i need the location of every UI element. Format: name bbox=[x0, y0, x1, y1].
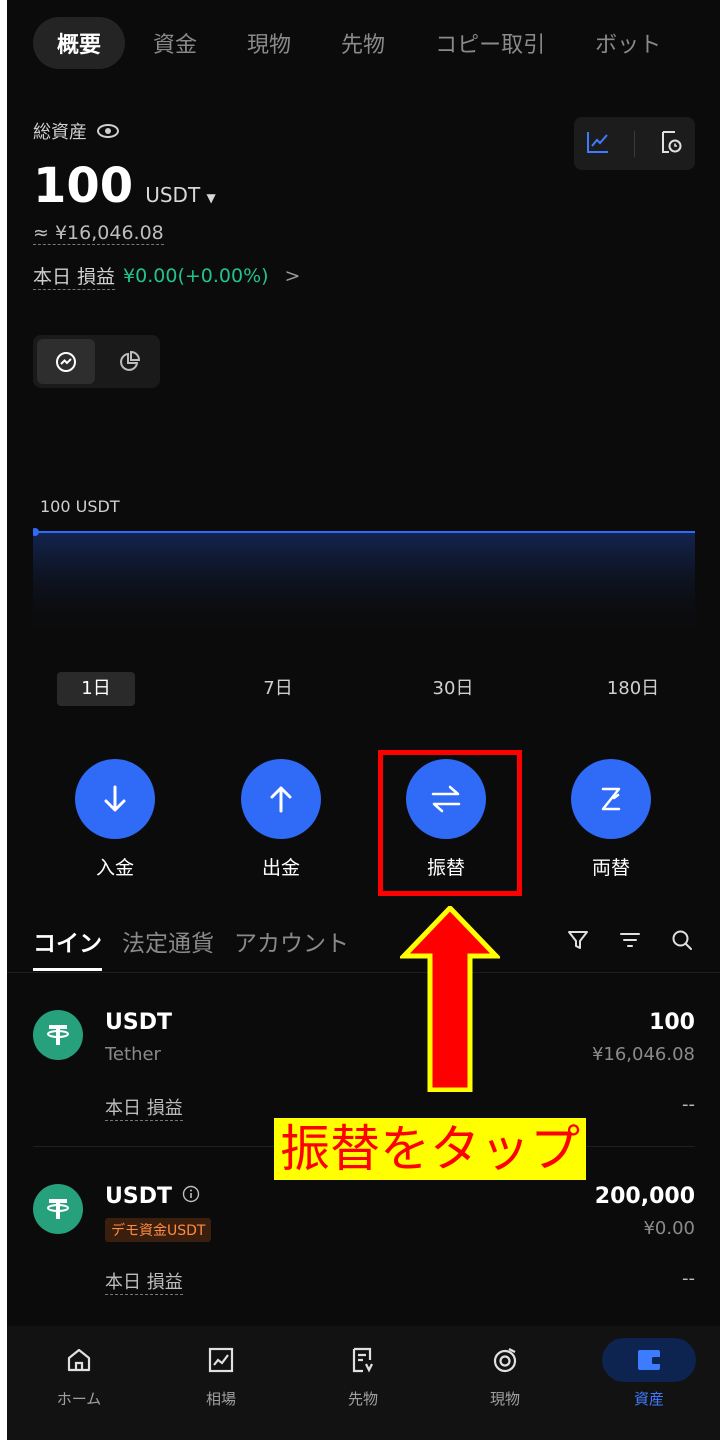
balance-chart bbox=[33, 528, 695, 640]
nav-markets-label: 相場 bbox=[205, 1390, 236, 1408]
app-screen: 概要 資金 現物 先物 コピー取引 ボット 総資産 100 USDT ▼ ≈ ¥… bbox=[0, 0, 720, 1440]
pie-chart-icon bbox=[120, 350, 141, 371]
wallet-icon bbox=[602, 1338, 696, 1382]
nav-spot[interactable]: 現物 bbox=[455, 1338, 555, 1409]
caret-down-icon: ▼ bbox=[206, 191, 216, 205]
coin-jpy-value: ¥0.00 bbox=[643, 1218, 695, 1239]
pnl-value: ¥0.00(+0.00%) bbox=[123, 265, 269, 287]
balance-unit-label: USDT bbox=[145, 183, 201, 207]
currency-selector[interactable]: USDT ▼ bbox=[145, 183, 216, 207]
coin-symbol: USDT bbox=[105, 1184, 172, 1209]
nav-futures[interactable]: 先物 bbox=[313, 1338, 413, 1409]
tab-copy-trading[interactable]: コピー取引 bbox=[435, 27, 545, 59]
annotation-arrow bbox=[400, 906, 500, 1092]
tab-coins[interactable]: コイン bbox=[33, 924, 102, 971]
coin-jpy-value: ¥16,046.08 bbox=[591, 1044, 695, 1065]
pnl-label: 本日 損益 bbox=[33, 262, 116, 290]
filter-icon[interactable] bbox=[566, 928, 590, 956]
coin-pnl-label: 本日 損益 bbox=[105, 1268, 183, 1295]
list-tools bbox=[566, 928, 694, 956]
line-chart-view-button[interactable] bbox=[37, 339, 95, 384]
tab-spot[interactable]: 現物 bbox=[247, 27, 291, 59]
arrow-down-icon bbox=[75, 759, 155, 839]
balance: 100 USDT ▼ bbox=[33, 158, 216, 214]
bottom-nav: ホーム 相場 先物 現物 資産 bbox=[7, 1326, 720, 1440]
list-divider bbox=[7, 972, 720, 973]
demo-badge: デモ資金USDT bbox=[105, 1218, 212, 1242]
info-icon[interactable] bbox=[182, 1184, 200, 1209]
tab-overview[interactable]: 概要 bbox=[33, 17, 126, 69]
coin-pnl-value: -- bbox=[682, 1268, 695, 1289]
coin-name: Tether bbox=[105, 1044, 161, 1065]
tab-accounts[interactable]: アカウント bbox=[234, 924, 349, 971]
screen-edge bbox=[0, 0, 7, 1440]
top-tools bbox=[574, 117, 695, 170]
nav-assets-icon-wrap bbox=[599, 1338, 699, 1382]
withdraw-label: 出金 bbox=[261, 857, 300, 879]
coin-symbol: USDT bbox=[105, 1010, 172, 1035]
arrow-up-icon bbox=[241, 759, 321, 839]
approx-jpy: ≈ ¥16,046.08 bbox=[33, 222, 164, 245]
history-icon[interactable] bbox=[658, 129, 684, 159]
tether-icon bbox=[33, 1184, 83, 1234]
eye-icon[interactable] bbox=[97, 124, 119, 138]
convert-icon bbox=[571, 759, 651, 839]
tab-bots[interactable]: ボット bbox=[595, 27, 661, 59]
coin-symbol-group: USDT bbox=[105, 1184, 200, 1209]
range-7d[interactable]: 7日 bbox=[243, 672, 313, 706]
line-chart-icon bbox=[56, 351, 76, 372]
deposit-label: 入金 bbox=[95, 857, 134, 879]
nav-futures-label: 先物 bbox=[347, 1390, 378, 1408]
annotation-highlight-box bbox=[378, 750, 522, 896]
tether-icon bbox=[33, 1010, 83, 1060]
total-assets-header: 総資産 bbox=[33, 118, 119, 144]
total-assets-label: 総資産 bbox=[33, 122, 87, 143]
withdraw-button[interactable]: 出金 bbox=[241, 759, 321, 880]
nav-spot-label: 現物 bbox=[489, 1390, 520, 1408]
range-30d[interactable]: 30日 bbox=[418, 672, 488, 706]
home-icon bbox=[29, 1338, 129, 1382]
coin-amount: 100 bbox=[649, 1010, 695, 1035]
nav-assets[interactable]: 資産 bbox=[599, 1338, 699, 1409]
tab-futures[interactable]: 先物 bbox=[341, 27, 385, 59]
coin-row-usdt-demo[interactable]: USDT デモ資金USDT 200,000 ¥0.00 本日 損益 -- bbox=[33, 1184, 695, 1295]
asset-list-tabs: コイン 法定通貨 アカウント bbox=[33, 924, 349, 971]
markets-icon bbox=[171, 1338, 271, 1382]
deposit-button[interactable]: 入金 bbox=[75, 759, 155, 880]
coin-amount: 200,000 bbox=[594, 1184, 695, 1209]
pie-chart-view-button[interactable] bbox=[103, 339, 155, 384]
chevron-right-icon: > bbox=[284, 265, 301, 287]
convert-label: 両替 bbox=[591, 857, 630, 879]
chart-trend-icon[interactable] bbox=[585, 129, 611, 159]
top-tabs: 概要 資金 現物 先物 コピー取引 ボット bbox=[33, 17, 720, 69]
futures-icon bbox=[313, 1338, 413, 1382]
nav-home[interactable]: ホーム bbox=[29, 1338, 129, 1409]
nav-markets[interactable]: 相場 bbox=[171, 1338, 271, 1409]
chart-view-toggle bbox=[33, 335, 160, 388]
range-180d[interactable]: 180日 bbox=[593, 672, 673, 706]
convert-button[interactable]: 両替 bbox=[571, 759, 651, 880]
spot-icon bbox=[455, 1338, 555, 1382]
time-range-selector: 1日 7日 30日 180日 bbox=[33, 672, 695, 708]
tab-fiat[interactable]: 法定通貨 bbox=[122, 924, 214, 971]
coin-row-usdt[interactable]: USDT Tether 100 ¥16,046.08 本日 損益 -- bbox=[33, 1010, 695, 1121]
sort-icon[interactable] bbox=[618, 928, 642, 956]
tool-divider bbox=[633, 130, 635, 157]
nav-assets-label: 資産 bbox=[633, 1390, 664, 1408]
annotation-text: 振替をタップ bbox=[274, 1118, 586, 1180]
coin-pnl-value: -- bbox=[682, 1094, 695, 1115]
tab-funding[interactable]: 資金 bbox=[153, 27, 197, 59]
nav-home-label: ホーム bbox=[56, 1390, 102, 1408]
coin-pnl-label: 本日 損益 bbox=[105, 1094, 183, 1121]
chart-area bbox=[33, 532, 695, 640]
balance-value: 100 bbox=[33, 158, 134, 214]
today-pnl[interactable]: 本日 損益 ¥0.00(+0.00%) > bbox=[33, 262, 300, 290]
range-1d[interactable]: 1日 bbox=[57, 672, 135, 706]
search-icon[interactable] bbox=[670, 928, 694, 956]
